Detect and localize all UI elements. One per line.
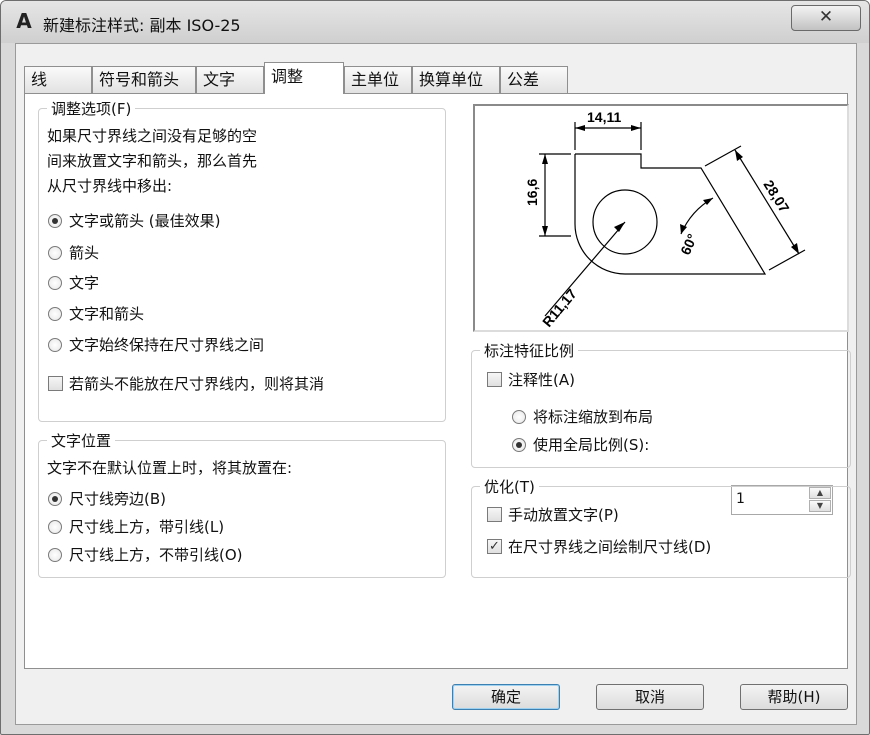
close-button[interactable]: ✕	[791, 5, 861, 31]
arrow-top-left	[575, 125, 585, 131]
tab-lines[interactable]: 线	[24, 66, 92, 93]
radio-global-scale[interactable]	[512, 438, 526, 452]
dim-text-left: 16,6	[524, 179, 540, 206]
arrow-left-top	[542, 154, 548, 164]
help-button[interactable]: 帮助(H)	[740, 684, 848, 710]
ext-line-right-bottom	[768, 249, 806, 271]
annotative-checkbox[interactable]	[487, 372, 502, 387]
draw-dim-line-checkbox[interactable]: ✓	[487, 539, 502, 554]
fine-tuning-group: 优化(T) 手动放置文字(P) ✓ 在尺寸界线之间绘制尺寸线(D)	[471, 476, 851, 578]
tab-symbols-arrows[interactable]: 符号和箭头	[92, 66, 196, 93]
window-title: 新建标注样式: 副本 ISO-25	[43, 16, 241, 35]
radio-text-or-arrows[interactable]	[48, 214, 62, 228]
dim-text-right: 28,07	[760, 177, 792, 215]
ok-button[interactable]: 确定	[452, 684, 560, 710]
text-placement-title: 文字位置	[47, 430, 116, 451]
place-text-manually-label[interactable]: 手动放置文字(P)	[508, 504, 619, 525]
suppress-arrows-label[interactable]: 若箭头不能放在尺寸界线内，则将其消	[69, 373, 324, 394]
radio-text-and-arrows-label[interactable]: 文字和箭头	[69, 303, 144, 324]
ext-line-right-top	[704, 145, 742, 167]
radio-over-dim-line-no-leader[interactable]	[48, 548, 62, 562]
preview-drawing: 14,11 16,6 28,07 60° R11,17	[524, 109, 806, 330]
part-outline-arc	[574, 154, 629, 275]
arrow-left-bottom	[542, 226, 548, 236]
radio-text-and-arrows[interactable]	[48, 307, 62, 321]
arrow-top-right	[631, 125, 641, 131]
radio-text-label[interactable]: 文字	[69, 272, 99, 293]
arrow-right-top	[735, 150, 743, 161]
dimension-preview: 14,11 16,6 28,07 60° R11,17	[473, 104, 849, 332]
radio-beside-dim-line-label[interactable]: 尺寸线旁边(B)	[69, 488, 166, 509]
suppress-arrows-checkbox[interactable]	[48, 376, 63, 391]
fine-tuning-title: 优化(T)	[480, 476, 539, 497]
radio-scale-to-layout[interactable]	[512, 410, 526, 424]
fit-description-line-2: 间来放置文字和箭头，那么首先	[47, 152, 258, 170]
title-bar[interactable]: A 新建标注样式: 副本 ISO-25 ✕	[1, 1, 869, 43]
tab-primary-units[interactable]: 主单位	[344, 66, 412, 93]
cancel-button[interactable]: 取消	[596, 684, 704, 710]
fit-description-line-1: 如果尺寸界线之间没有足够的空	[47, 127, 258, 145]
dialog-content: 线 符号和箭头 文字 调整 主单位 换算单位 公差 调整选项(F) 如果尺寸界线…	[15, 43, 857, 725]
radio-over-dim-line-leader-label[interactable]: 尺寸线上方，带引线(L)	[69, 516, 224, 537]
radio-always-keep-text-label[interactable]: 文字始终保持在尺寸界线之间	[69, 334, 264, 355]
text-placement-group: 文字位置 文字不在默认位置上时，将其放置在: 尺寸线旁边(B) 尺寸线上方，带引…	[38, 430, 446, 578]
close-icon: ✕	[818, 7, 834, 27]
tab-fit[interactable]: 调整	[264, 62, 344, 94]
tab-text[interactable]: 文字	[196, 66, 264, 93]
fit-tab-page: 调整选项(F) 如果尺寸界线之间没有足够的空 间来放置文字和箭头，那么首先 从尺…	[24, 93, 851, 669]
radio-global-scale-label[interactable]: 使用全局比例(S):	[533, 434, 649, 455]
dim-text-top: 14,11	[587, 109, 621, 125]
arrow-right-bottom	[791, 243, 799, 254]
checkmark-icon: ✓	[489, 539, 500, 554]
radio-beside-dim-line[interactable]	[48, 492, 62, 506]
radio-over-dim-line-no-leader-label[interactable]: 尺寸线上方，不带引线(O)	[69, 544, 243, 565]
fit-description-line-3: 从尺寸界线中移出:	[47, 177, 173, 195]
part-outline	[575, 153, 767, 275]
radio-arrows[interactable]	[48, 246, 62, 260]
radio-text-or-arrows-label[interactable]: 文字或箭头 (最佳效果)	[69, 210, 220, 231]
radio-text[interactable]	[48, 276, 62, 290]
fit-options-title: 调整选项(F)	[47, 98, 136, 119]
dim-text-radius: R11,17	[539, 285, 580, 329]
radio-scale-to-layout-label[interactable]: 将标注缩放到布局	[533, 406, 653, 427]
autocad-logo-icon: A	[16, 9, 32, 33]
radio-arrows-label[interactable]: 箭头	[69, 242, 99, 263]
text-placement-description: 文字不在默认位置上时，将其放置在:	[47, 459, 293, 477]
radio-over-dim-line-leader[interactable]	[48, 520, 62, 534]
dim-text-angle: 60°	[677, 231, 700, 257]
fit-options-group: 调整选项(F) 如果尺寸界线之间没有足够的空 间来放置文字和箭头，那么首先 从尺…	[38, 98, 446, 422]
dimension-style-dialog: A 新建标注样式: 副本 ISO-25 ✕ 线 符号和箭头 文字 调整 主单位 …	[0, 0, 870, 735]
arrow-radius	[614, 222, 625, 232]
scale-title: 标注特征比例	[480, 340, 579, 361]
place-text-manually-checkbox[interactable]	[487, 507, 502, 522]
tab-tolerances[interactable]: 公差	[500, 66, 568, 93]
tab-alternate-units[interactable]: 换算单位	[412, 66, 500, 93]
draw-dim-line-label[interactable]: 在尺寸界线之间绘制尺寸线(D)	[508, 536, 711, 557]
annotative-label[interactable]: 注释性(A)	[508, 369, 575, 390]
scale-group: 标注特征比例 注释性(A) 将标注缩放到布局 使用全局比例(S):	[471, 340, 851, 468]
radio-always-keep-text[interactable]	[48, 338, 62, 352]
